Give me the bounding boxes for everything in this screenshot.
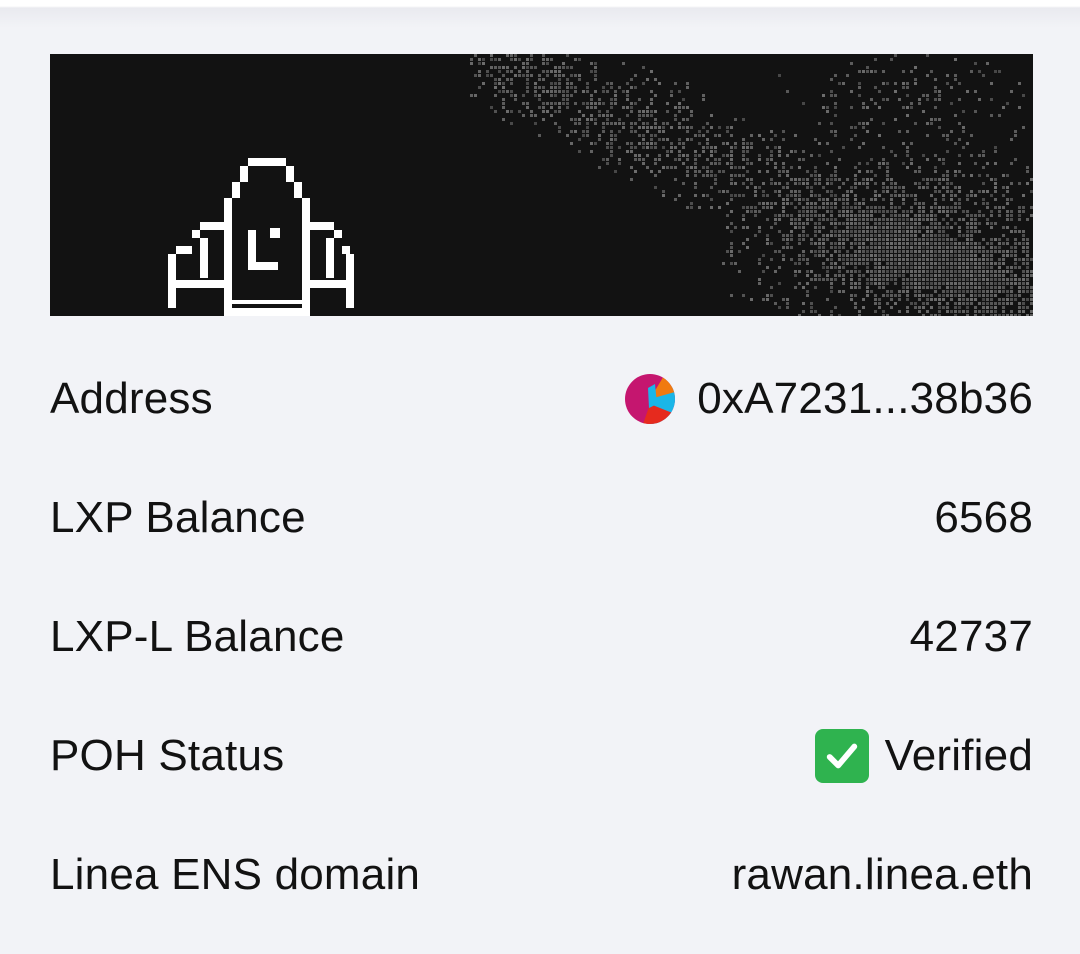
ens-domain-value[interactable]: rawan.linea.eth bbox=[732, 850, 1033, 900]
poh-status-row: POH Status Verified bbox=[50, 726, 1033, 786]
address-label: Address bbox=[50, 374, 213, 423]
address-value-group[interactable]: 0xA7231...38b36 bbox=[625, 374, 1033, 424]
check-mark-icon bbox=[814, 729, 869, 783]
avatar-identicon bbox=[625, 374, 676, 424]
lxp-l-balance-row: LXP-L Balance 42737 bbox=[50, 607, 1033, 667]
poh-status-label: POH Status bbox=[50, 731, 285, 780]
ens-domain-row: Linea ENS domain rawan.linea.eth bbox=[50, 845, 1033, 905]
lxp-balance-label: LXP Balance bbox=[50, 493, 306, 542]
ens-domain-label: Linea ENS domain bbox=[50, 850, 421, 899]
lxp-l-balance-value: 42737 bbox=[909, 612, 1033, 661]
pixel-rocket-icon bbox=[168, 158, 354, 316]
profile-card: Address 0xA7231...38b36 LXP Balance 6568… bbox=[0, 0, 1080, 954]
poh-status-value-group: Verified bbox=[814, 729, 1033, 783]
lxp-balance-row: LXP Balance 6568 bbox=[50, 488, 1033, 548]
poh-status-text: Verified bbox=[884, 731, 1033, 780]
profile-banner bbox=[50, 54, 1033, 316]
address-row: Address 0xA7231...38b36 bbox=[50, 369, 1033, 429]
lxp-l-balance-label: LXP-L Balance bbox=[50, 612, 345, 661]
address-text[interactable]: 0xA7231...38b36 bbox=[697, 374, 1033, 424]
lxp-balance-value: 6568 bbox=[934, 493, 1033, 542]
